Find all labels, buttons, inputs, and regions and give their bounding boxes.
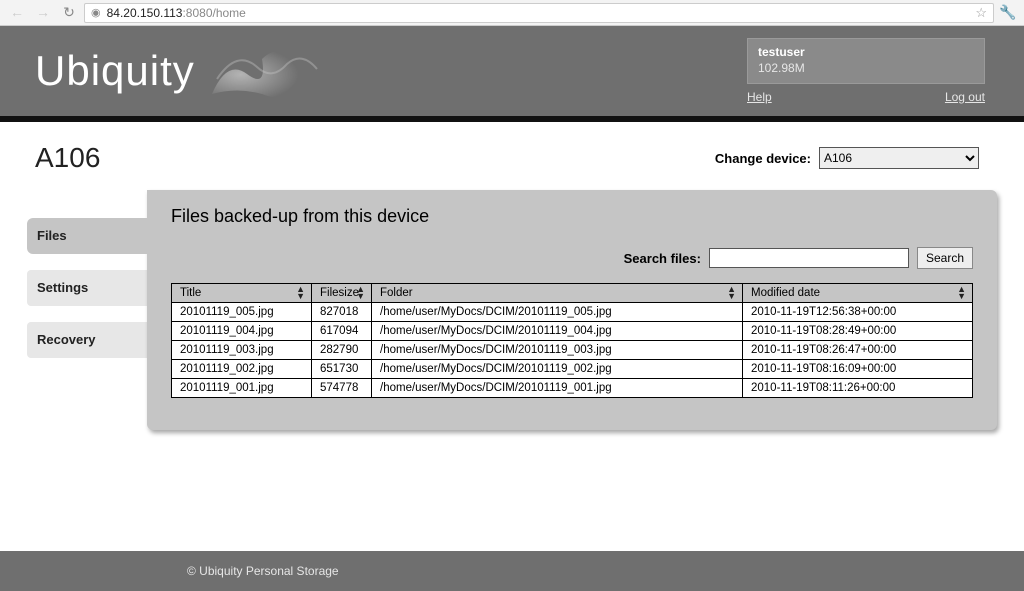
reload-button[interactable]: ↻ xyxy=(58,3,80,23)
cell-folder: /home/user/MyDocs/DCIM/20101119_002.jpg xyxy=(372,360,743,379)
cell-folder: /home/user/MyDocs/DCIM/20101119_001.jpg xyxy=(372,379,743,398)
page-body: A106 Change device: A106 Files Settings … xyxy=(27,122,997,430)
side-tabs: Files Settings Recovery xyxy=(27,190,147,430)
col-header-title[interactable]: Title ▲▼ xyxy=(172,284,312,303)
cell-filesize: 617094 xyxy=(312,322,372,341)
cell-title: 20101119_002.jpg xyxy=(172,360,312,379)
table-header-row: Title ▲▼ Filesize ▲▼ Folder ▲▼ Modifie xyxy=(172,284,973,303)
cell-title: 20101119_003.jpg xyxy=(172,341,312,360)
browser-toolbar: ← → ↻ ◉ 84.20.150.113:8080/home ☆ 🔧 xyxy=(0,0,1024,26)
table-row[interactable]: 20101119_002.jpg651730/home/user/MyDocs/… xyxy=(172,360,973,379)
url-bar[interactable]: ◉ 84.20.150.113:8080/home ☆ xyxy=(84,3,994,23)
cell-folder: /home/user/MyDocs/DCIM/20101119_004.jpg xyxy=(372,322,743,341)
user-area: testuser 102.98M Help Log out xyxy=(747,38,997,103)
table-row[interactable]: 20101119_001.jpg574778/home/user/MyDocs/… xyxy=(172,379,973,398)
app-header: Ubiquity testuser 102.98M Help Log out xyxy=(0,26,1024,116)
col-header-filesize[interactable]: Filesize ▲▼ xyxy=(312,284,372,303)
panel-title: Files backed-up from this device xyxy=(171,206,973,227)
search-label: Search files: xyxy=(624,251,701,266)
url-path: /home xyxy=(213,6,246,20)
wrench-icon[interactable]: 🔧 xyxy=(998,4,1018,21)
cell-filesize: 574778 xyxy=(312,379,372,398)
cell-modified: 2010-11-19T08:16:09+00:00 xyxy=(743,360,973,379)
table-row[interactable]: 20101119_003.jpg282790/home/user/MyDocs/… xyxy=(172,341,973,360)
sort-icon: ▲▼ xyxy=(296,286,305,300)
sort-icon: ▲▼ xyxy=(356,286,365,300)
back-button[interactable]: ← xyxy=(6,3,28,23)
change-device-control: Change device: A106 xyxy=(715,147,979,169)
app-logo: Ubiquity xyxy=(27,47,195,95)
cell-modified: 2010-11-19T12:56:38+00:00 xyxy=(743,303,973,322)
cell-modified: 2010-11-19T08:11:26+00:00 xyxy=(743,379,973,398)
col-header-modified[interactable]: Modified date ▲▼ xyxy=(743,284,973,303)
cell-modified: 2010-11-19T08:28:49+00:00 xyxy=(743,322,973,341)
table-row[interactable]: 20101119_005.jpg827018/home/user/MyDocs/… xyxy=(172,303,973,322)
cell-title: 20101119_004.jpg xyxy=(172,322,312,341)
footer-copyright: © Ubiquity Personal Storage xyxy=(187,564,339,578)
cell-title: 20101119_005.jpg xyxy=(172,303,312,322)
search-input[interactable] xyxy=(709,248,909,268)
forward-button[interactable]: → xyxy=(32,3,54,23)
cell-folder: /home/user/MyDocs/DCIM/20101119_003.jpg xyxy=(372,341,743,360)
quota-label: 102.98M xyxy=(758,61,974,77)
footer: © Ubiquity Personal Storage xyxy=(0,551,1024,591)
tab-settings[interactable]: Settings xyxy=(27,270,147,306)
bookmark-icon[interactable]: ☆ xyxy=(975,5,987,21)
tab-files[interactable]: Files xyxy=(27,218,147,254)
cell-filesize: 651730 xyxy=(312,360,372,379)
device-title: A106 xyxy=(35,142,100,174)
logo-text: Ubiquity xyxy=(35,47,195,94)
search-button[interactable]: Search xyxy=(917,247,973,269)
cell-folder: /home/user/MyDocs/DCIM/20101119_005.jpg xyxy=(372,303,743,322)
col-header-modified-label: Modified date xyxy=(751,287,820,299)
cell-modified: 2010-11-19T08:26:47+00:00 xyxy=(743,341,973,360)
url-host: 84.20.150.113 xyxy=(107,6,183,20)
col-header-folder-label: Folder xyxy=(380,287,413,299)
cell-filesize: 827018 xyxy=(312,303,372,322)
col-header-title-label: Title xyxy=(180,287,201,299)
globe-icon: ◉ xyxy=(91,6,101,19)
username-label: testuser xyxy=(758,45,974,61)
table-row[interactable]: 20101119_004.jpg617094/home/user/MyDocs/… xyxy=(172,322,973,341)
help-link[interactable]: Help xyxy=(747,90,772,104)
device-select[interactable]: A106 xyxy=(819,147,979,169)
col-header-filesize-label: Filesize xyxy=(320,287,359,299)
user-info-box: testuser 102.98M xyxy=(747,38,985,83)
col-header-folder[interactable]: Folder ▲▼ xyxy=(372,284,743,303)
smoke-graphic xyxy=(207,39,327,109)
url-port: :8080 xyxy=(182,6,212,20)
sort-icon: ▲▼ xyxy=(727,286,736,300)
sort-icon: ▲▼ xyxy=(957,286,966,300)
logout-link[interactable]: Log out xyxy=(945,90,985,104)
search-row: Search files: Search xyxy=(171,247,973,269)
change-device-label: Change device: xyxy=(715,151,811,166)
tab-recovery[interactable]: Recovery xyxy=(27,322,147,358)
cell-filesize: 282790 xyxy=(312,341,372,360)
cell-title: 20101119_001.jpg xyxy=(172,379,312,398)
files-table: Title ▲▼ Filesize ▲▼ Folder ▲▼ Modifie xyxy=(171,283,973,398)
main-panel: Files backed-up from this device Search … xyxy=(147,190,997,430)
